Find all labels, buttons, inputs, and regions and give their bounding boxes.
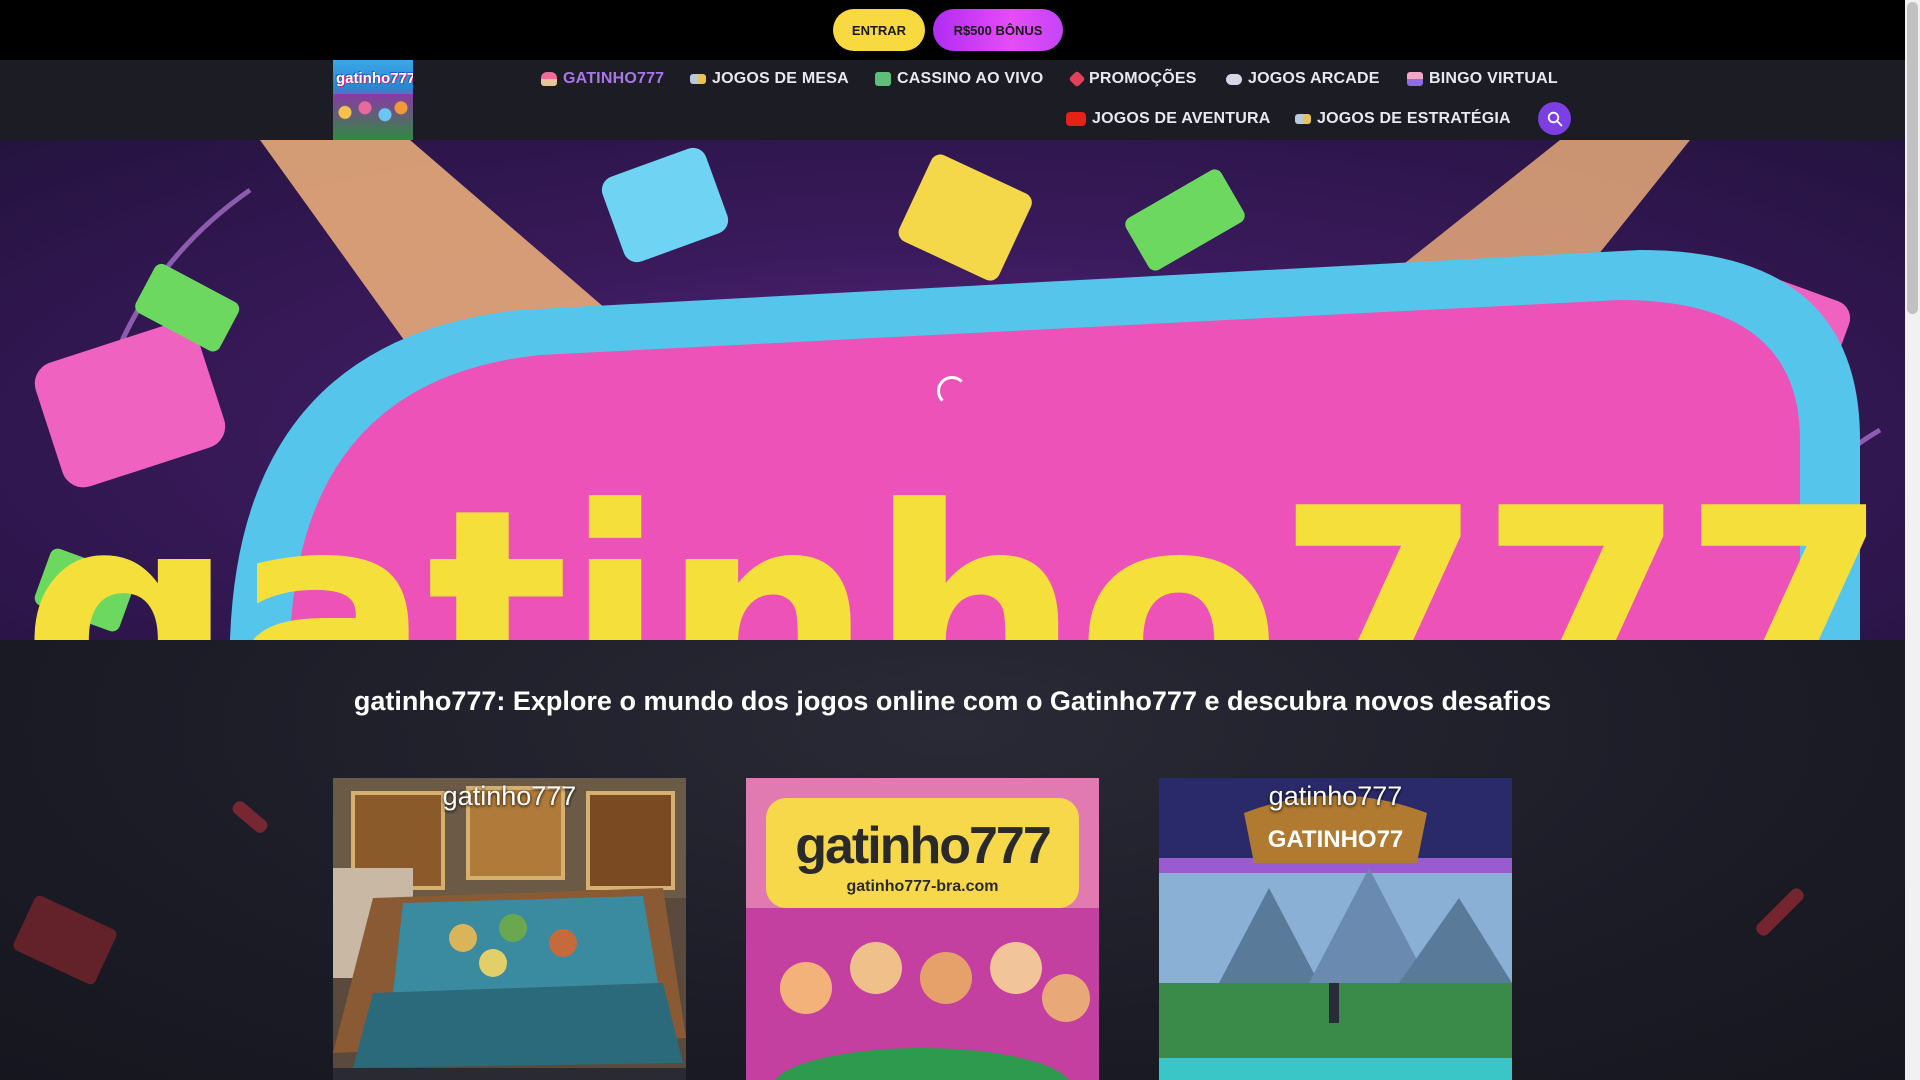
nav-label: JOGOS DE AVENTURA [1092, 110, 1271, 127]
cupcake-icon [541, 72, 557, 86]
logo-crowd-art [333, 94, 413, 140]
hero-banner: gatinho777 [0, 140, 1905, 640]
top-bar: ENTRAR R$500 BÔNUS [0, 0, 1905, 60]
banner-word-777: 777 [1275, 445, 1890, 641]
deco-card [11, 893, 119, 987]
site-logo[interactable]: gatinho777 [333, 60, 413, 140]
bingo-icon [1407, 72, 1423, 86]
card-image-logo-text: GATINHO77 [1267, 826, 1404, 853]
nav-item-jogos-de-mesa[interactable]: JOGOS DE MESA [690, 67, 849, 91]
loading-spinner [937, 376, 967, 406]
nav-item-jogos-de-estrategia[interactable]: JOGOS DE ESTRATÉGIA [1295, 107, 1511, 131]
cards-icon [690, 74, 706, 84]
banner-word-gatinho: gatinho [21, 445, 1282, 641]
nav-item-bingo-virtual[interactable]: BINGO VIRTUAL [1407, 67, 1558, 91]
scrollbar-thumb[interactable] [1907, 2, 1918, 314]
card-image-fantasy [1159, 778, 1512, 1080]
gamepad-icon [1226, 73, 1242, 85]
article-card-1[interactable]: gatinho777 [333, 778, 686, 1080]
nav-label: PROMOÇÕES [1089, 70, 1197, 87]
card-image-board-game [333, 778, 686, 1080]
nav-item-promocoes[interactable]: PROMOÇÕES [1068, 67, 1197, 91]
nav-label: JOGOS DE ESTRATÉGIA [1317, 110, 1511, 127]
login-button[interactable]: ENTRAR [833, 9, 925, 51]
deco-chip [1753, 885, 1807, 939]
article-card-2[interactable]: gatinho777 gatinho777-bra.com [746, 778, 1099, 1080]
nav-label: GATINHO777 [563, 70, 665, 87]
card-title: gatinho777 [442, 781, 577, 811]
search-button[interactable] [1538, 102, 1571, 135]
youtube-icon [1066, 112, 1086, 126]
nav-item-cassino-ao-vivo[interactable]: CASSINO AO VIVO [875, 67, 1043, 91]
bonus-button[interactable]: R$500 BÔNUS [933, 9, 1063, 51]
nav-label: JOGOS DE MESA [712, 70, 849, 87]
article-card-3[interactable]: GATINHO77 gatinho777 [1159, 778, 1512, 1080]
nav-label: BINGO VIRTUAL [1429, 70, 1558, 87]
banner-logo-word: gatinho777 [0, 470, 1905, 641]
logo-text: gatinho777 [336, 70, 413, 87]
deco-chip [230, 798, 270, 836]
card-image-url-text: gatinho777-bra.com [846, 878, 999, 895]
casino-icon [875, 72, 891, 86]
page-headline: gatinho777: Explore o mundo dos jogos on… [353, 686, 1552, 716]
nav-item-gatinho777[interactable]: GATINHO777 [541, 67, 664, 91]
search-icon [1547, 111, 1562, 126]
nav-item-jogos-de-aventura[interactable]: JOGOS DE AVENTURA [1066, 107, 1271, 131]
cards-icon [1295, 114, 1311, 124]
dice-icon [1068, 70, 1086, 88]
card-image-logo-text: gatinho777 [795, 817, 1052, 875]
nav-item-jogos-arcade[interactable]: JOGOS ARCADE [1226, 67, 1380, 91]
card-title: gatinho777 [1268, 781, 1403, 811]
nav-label: JOGOS ARCADE [1248, 70, 1380, 87]
nav-label: CASSINO AO VIVO [897, 70, 1044, 87]
